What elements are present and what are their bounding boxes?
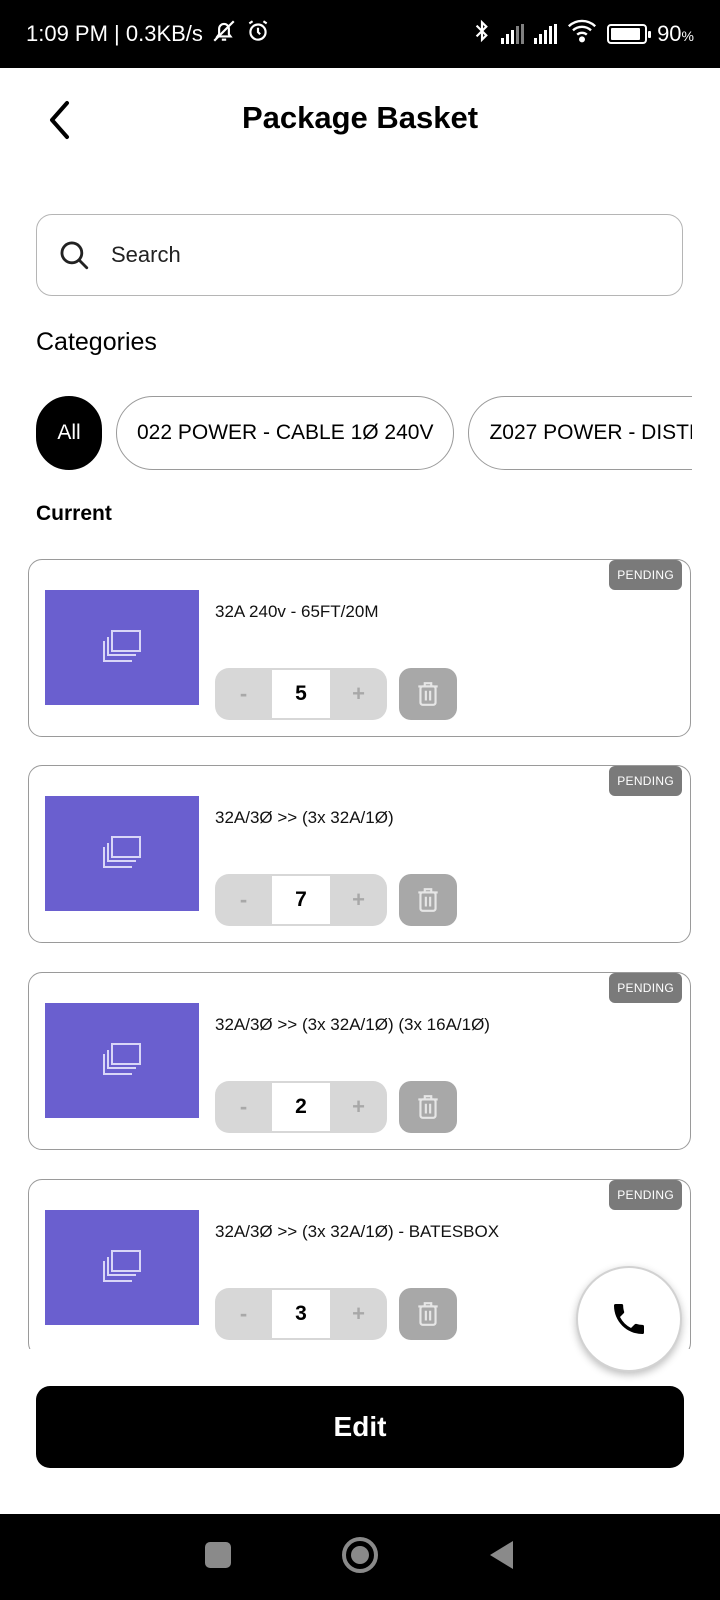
bluetooth-icon <box>473 18 491 50</box>
quantity-value[interactable]: 2 <box>272 1083 330 1131</box>
quantity-stepper: - 3 + <box>215 1288 387 1340</box>
quantity-stepper: - 5 + <box>215 668 387 720</box>
decrement-button[interactable]: - <box>215 1094 272 1120</box>
item-thumbnail <box>45 796 199 911</box>
basket-item-card: PENDING 32A/3Ø >> (3x 32A/1Ø) (3x 16A/1Ø… <box>28 972 691 1150</box>
quantity-value[interactable]: 7 <box>272 876 330 924</box>
signal-icon <box>534 24 558 44</box>
increment-button[interactable]: + <box>330 1094 387 1120</box>
trash-icon <box>418 1095 438 1119</box>
trash-icon <box>418 888 438 912</box>
image-placeholder-icon <box>103 629 141 662</box>
wifi-icon <box>567 19 597 49</box>
delete-button[interactable] <box>399 1081 457 1133</box>
trash-icon <box>418 682 438 706</box>
phone-icon <box>614 1304 644 1334</box>
item-thumbnail <box>45 590 199 705</box>
increment-button[interactable]: + <box>330 1301 387 1327</box>
basket-item-card: PENDING 32A 240v - 65FT/20M - 5 + <box>28 559 691 737</box>
system-nav-bar <box>0 1514 720 1600</box>
status-bar: 1:09 PM | 0.3KB/s 90% <box>0 0 720 68</box>
search-icon <box>60 241 89 270</box>
basket-list[interactable]: PENDING 32A 240v - 65FT/20M - 5 + PENDIN… <box>28 559 693 1349</box>
increment-button[interactable]: + <box>330 681 387 707</box>
category-chip-z027-power-distribution[interactable]: Z027 POWER - DISTRIBUTION <box>468 396 692 470</box>
app-header: Package Basket <box>0 68 720 172</box>
item-name: 32A/3Ø >> (3x 32A/1Ø) (3x 16A/1Ø) <box>215 1015 490 1034</box>
item-name: 32A/3Ø >> (3x 32A/1Ø) - BATESBOX <box>215 1222 500 1241</box>
increment-button[interactable]: + <box>330 887 387 913</box>
basket-item-card: PENDING 32A/3Ø >> (3x 32A/1Ø) - 7 + <box>28 765 691 943</box>
status-badge: PENDING <box>609 1180 682 1210</box>
quantity-stepper: - 2 + <box>215 1081 387 1133</box>
battery-level: 90% <box>657 21 694 46</box>
image-placeholder-icon <box>103 1249 141 1282</box>
call-button[interactable] <box>576 1266 682 1372</box>
recent-apps-icon[interactable] <box>203 1540 233 1575</box>
status-badge: PENDING <box>609 560 682 590</box>
back-icon[interactable] <box>487 1539 517 1576</box>
signal-icon <box>501 24 525 44</box>
current-heading: Current <box>36 502 112 525</box>
status-badge: PENDING <box>609 766 682 796</box>
edit-button[interactable]: Edit <box>36 1386 684 1468</box>
item-name: 32A 240v - 65FT/20M <box>215 602 379 621</box>
categories-heading: Categories <box>36 328 157 356</box>
decrement-button[interactable]: - <box>215 1301 272 1327</box>
quantity-stepper: - 7 + <box>215 874 387 926</box>
status-badge: PENDING <box>609 973 682 1003</box>
delete-button[interactable] <box>399 1288 457 1340</box>
item-name: 32A/3Ø >> (3x 32A/1Ø) <box>215 808 394 827</box>
quantity-value[interactable]: 5 <box>272 670 330 718</box>
home-icon[interactable] <box>340 1535 380 1580</box>
category-chip-022-power-cable[interactable]: 022 POWER - CABLE 1Ø 240V <box>116 396 455 470</box>
item-thumbnail <box>45 1003 199 1118</box>
alarm-icon <box>245 18 271 50</box>
item-thumbnail <box>45 1210 199 1325</box>
delete-button[interactable] <box>399 874 457 926</box>
trash-icon <box>418 1302 438 1326</box>
image-placeholder-icon <box>103 835 141 868</box>
decrement-button[interactable]: - <box>215 887 272 913</box>
status-time: 1:09 PM | 0.3KB/s <box>26 21 203 46</box>
search-input[interactable] <box>111 242 631 268</box>
category-chip-all[interactable]: All <box>36 396 102 470</box>
notifications-off-icon <box>211 18 237 50</box>
decrement-button[interactable]: - <box>215 681 272 707</box>
quantity-value[interactable]: 3 <box>272 1290 330 1338</box>
page-title: Package Basket <box>241 100 479 135</box>
image-placeholder-icon <box>103 1042 141 1075</box>
category-chips: All 022 POWER - CABLE 1Ø 240V Z027 POWER… <box>36 396 692 472</box>
search-bar[interactable] <box>36 214 683 296</box>
delete-button[interactable] <box>399 668 457 720</box>
battery-icon <box>607 24 652 44</box>
